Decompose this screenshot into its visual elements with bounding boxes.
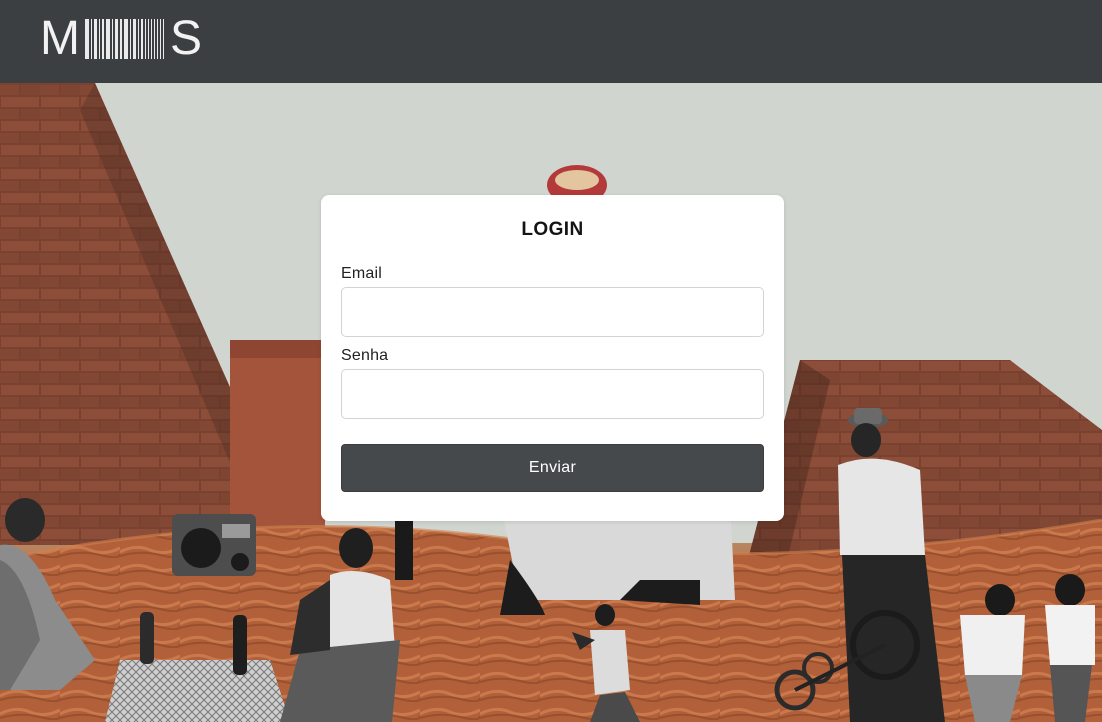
password-input[interactable]: [341, 369, 764, 419]
brand-logo[interactable]: M S: [40, 12, 202, 65]
submit-button[interactable]: Enviar: [341, 444, 764, 492]
logo-letter-s: S: [169, 12, 202, 65]
email-label: Email: [341, 265, 383, 282]
password-field-group: Senha: [341, 347, 764, 419]
email-input[interactable]: [341, 287, 764, 337]
email-field-group: Email: [341, 265, 764, 337]
logo-letter-m: M: [40, 12, 80, 65]
top-bar: M S: [0, 0, 1102, 83]
password-label: Senha: [341, 347, 389, 364]
login-title: LOGIN: [521, 219, 584, 240]
logo-barcode-icon: [84, 19, 164, 59]
login-card: LOGIN Email Senha Enviar: [321, 195, 784, 521]
